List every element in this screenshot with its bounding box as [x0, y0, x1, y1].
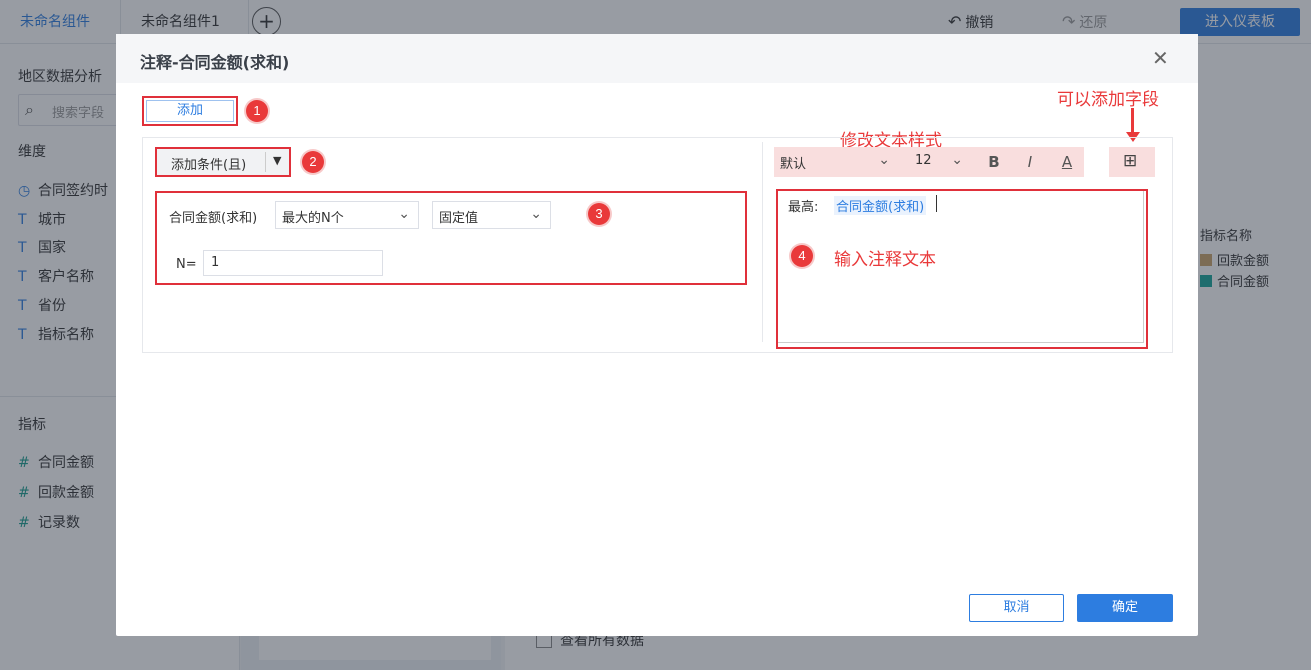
font-family-value: 默认: [780, 157, 807, 172]
hint-arrow-line: [1131, 108, 1134, 134]
bold-button[interactable]: B: [983, 151, 1005, 173]
text-style-toolbar: 默认 ⌄ 12 ⌄ B I A: [774, 147, 1084, 177]
value-type-value: 固定值: [439, 211, 479, 226]
n-label: N=: [176, 257, 197, 272]
chevron-down-icon: ⌄: [951, 152, 963, 168]
field-token[interactable]: 合同金额(求和): [834, 196, 927, 215]
chevron-down-icon: ⌄: [530, 206, 542, 222]
operator-value: 最大的N个: [282, 211, 344, 226]
operator-select[interactable]: 最大的N个 ⌄: [275, 201, 419, 229]
n-value-input[interactable]: 1: [203, 250, 383, 276]
input-text-hint: 输入注释文本: [834, 250, 936, 270]
editor-prefix-text: 最高:: [788, 200, 819, 215]
condition-type-dropdown[interactable]: 添加条件(且) ▼: [155, 147, 291, 177]
dialog-title: 注释-合同金额(求和): [140, 53, 290, 72]
step-badge-2: 2: [302, 151, 324, 173]
add-button[interactable]: 添加: [146, 100, 234, 122]
font-size-select[interactable]: 12 ⌄: [909, 148, 971, 176]
step-badge-1: 1: [246, 100, 268, 122]
cancel-button[interactable]: 取消: [969, 594, 1064, 622]
underline-button[interactable]: A: [1056, 151, 1078, 173]
annotation-text-editor[interactable]: 最高: 合同金额(求和): [776, 189, 1148, 349]
editor-area[interactable]: 最高: 合同金额(求和): [778, 191, 1144, 343]
vertical-divider: [762, 142, 763, 342]
step-badge-3: 3: [588, 203, 610, 225]
chevron-down-icon: ⌄: [878, 152, 890, 168]
n-value: 1: [211, 255, 220, 270]
step-badge-4: 4: [791, 245, 813, 267]
insert-field-button[interactable]: ⊞: [1109, 147, 1155, 177]
annotation-dialog: 注释-合同金额(求和) ✕ 添加 1 可以添加字段 修改文本样式 添加条件(且)…: [116, 34, 1198, 636]
italic-button[interactable]: I: [1019, 151, 1041, 173]
value-type-select[interactable]: 固定值 ⌄: [432, 201, 551, 229]
condition-type-label: 添加条件(且): [171, 158, 247, 173]
condition-row: 合同金额(求和) 最大的N个 ⌄ 固定值 ⌄ N= 1: [155, 191, 747, 285]
add-field-hint: 可以添加字段: [1057, 90, 1159, 110]
insert-field-icon: ⊞: [1123, 151, 1138, 171]
font-family-select[interactable]: 默认 ⌄: [774, 148, 898, 176]
condition-field-label: 合同金额(求和): [169, 211, 258, 226]
ok-button[interactable]: 确定: [1077, 594, 1173, 622]
chevron-down-icon: ⌄: [398, 206, 410, 222]
text-caret: [936, 195, 937, 212]
font-size-value: 12: [915, 153, 932, 168]
dropdown-separator: [265, 152, 266, 172]
caret-down-icon: ▼: [273, 154, 282, 167]
close-icon[interactable]: ✕: [1152, 46, 1169, 70]
add-highlight-box: 添加: [142, 96, 238, 126]
dialog-header: 注释-合同金额(求和) ✕: [116, 34, 1198, 83]
